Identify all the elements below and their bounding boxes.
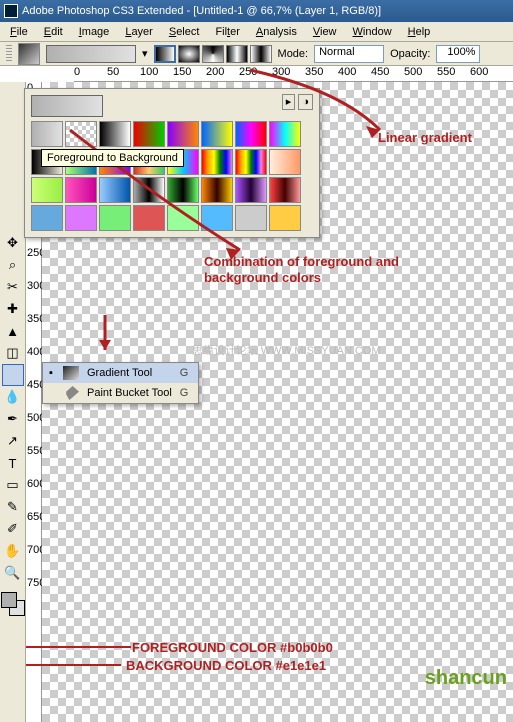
heal-tool[interactable]: ✚ [2, 298, 24, 320]
menu-window[interactable]: Window [345, 24, 400, 40]
move-tool[interactable]: ✥ [2, 232, 24, 254]
gradient-swatch[interactable] [167, 121, 199, 147]
gradient-swatch[interactable] [65, 121, 97, 147]
diamond-gradient-button[interactable] [250, 45, 272, 63]
menu-image[interactable]: Image [71, 24, 118, 40]
menu-analysis[interactable]: Analysis [248, 24, 305, 40]
lasso-tool[interactable]: ⌕ [2, 254, 24, 276]
menu-edit[interactable]: Edit [36, 24, 71, 40]
shape-tool[interactable]: ▭ [2, 474, 24, 496]
angle-gradient-button[interactable] [202, 45, 224, 63]
gradient-swatch[interactable] [133, 121, 165, 147]
notes-tool[interactable]: ✎ [2, 496, 24, 518]
reflected-gradient-button[interactable] [226, 45, 248, 63]
stamp-tool[interactable]: ▲ [2, 320, 24, 342]
menu-layer[interactable]: Layer [117, 24, 161, 40]
zoom-tool[interactable]: 🔍 [2, 562, 24, 584]
annotation-linear: Linear gradient [378, 130, 472, 145]
gradient-swatch[interactable] [133, 205, 165, 231]
blur-tool[interactable]: 💧 [2, 386, 24, 408]
title-bar: Adobe Photoshop CS3 Extended - [Untitled… [0, 0, 513, 22]
menu-view[interactable]: View [305, 24, 345, 40]
gradient-swatch[interactable] [201, 177, 233, 203]
gradient-large-preview[interactable] [31, 95, 103, 117]
gradient-tooltip: Foreground to Background [41, 149, 184, 167]
flyout-label: Paint Bucket Tool [87, 387, 172, 399]
watermark-brand: shancun [425, 667, 507, 690]
mode-label: Mode: [278, 48, 309, 60]
gradient-swatch[interactable] [235, 205, 267, 231]
grip-icon [6, 45, 12, 63]
foreground-swatch[interactable] [1, 592, 17, 608]
gradient-swatch[interactable] [133, 177, 165, 203]
opacity-label: Opacity: [390, 48, 430, 60]
annotation-fg: FOREGROUND COLOR #b0b0b0 [132, 640, 333, 655]
gradient-swatch[interactable] [201, 205, 233, 231]
color-swatches [1, 592, 25, 616]
opacity-input[interactable]: 100% [436, 45, 480, 63]
bucket-icon [63, 386, 79, 400]
flyout-gradient-tool[interactable]: ▪ Gradient Tool G [43, 363, 198, 383]
gradient-swatch[interactable] [235, 121, 267, 147]
gradient-picker-panel: ▸ ◑ Foreground to Background [24, 88, 320, 238]
eraser-tool[interactable]: ◫ [2, 342, 24, 364]
options-bar: ▾ Mode: Normal Opacity: 100% [0, 42, 513, 66]
gradient-swatch[interactable] [31, 205, 63, 231]
gradient-swatch[interactable] [99, 205, 131, 231]
gradient-tool[interactable] [2, 364, 24, 386]
gradient-swatch[interactable] [269, 121, 301, 147]
gradient-swatch[interactable] [269, 177, 301, 203]
gradient-swatch[interactable] [269, 149, 301, 175]
gradient-swatch[interactable] [65, 205, 97, 231]
dropdown-icon[interactable]: ▾ [142, 47, 148, 60]
gradient-type-group [154, 45, 272, 63]
annotation-combo: Combination of foreground and background… [204, 254, 424, 285]
gradient-swatch[interactable] [235, 149, 267, 175]
app-icon [4, 4, 18, 18]
tool-flyout: ▪ Gradient Tool G Paint Bucket Tool G [42, 362, 199, 404]
shortcut-key: G [180, 387, 189, 399]
gradient-swatch[interactable] [201, 121, 233, 147]
gradient-swatch[interactable] [31, 121, 63, 147]
menu-bar: FFileile Edit Image Layer Select Filter … [0, 22, 513, 42]
menu-help[interactable]: Help [400, 24, 439, 40]
horizontal-ruler: 050100150200250300350400450500550600 [74, 66, 513, 82]
picker-options-icon[interactable]: ◑ [298, 94, 313, 110]
gradient-swatch[interactable] [31, 177, 63, 203]
linear-gradient-button[interactable] [154, 45, 176, 63]
menu-select[interactable]: Select [161, 24, 208, 40]
radial-gradient-button[interactable] [178, 45, 200, 63]
gradient-swatch[interactable] [235, 177, 267, 203]
hand-tool[interactable]: ✋ [2, 540, 24, 562]
gradient-swatch[interactable] [167, 177, 199, 203]
eyedropper-tool[interactable]: ✐ [2, 518, 24, 540]
picker-menu-icon[interactable]: ▸ [282, 94, 296, 110]
crop-tool[interactable]: ✂ [2, 276, 24, 298]
gradient-swatch-grid [31, 121, 313, 231]
shortcut-key: G [180, 367, 189, 379]
path-tool[interactable]: ↗ [2, 430, 24, 452]
flyout-paint-bucket-tool[interactable]: Paint Bucket Tool G [43, 383, 198, 403]
current-tool-icon[interactable] [18, 43, 40, 65]
gradient-icon [63, 366, 79, 380]
gradient-swatch[interactable] [99, 177, 131, 203]
menu-file[interactable]: FFileile [2, 24, 36, 40]
pen-tool[interactable]: ✒ [2, 408, 24, 430]
gradient-preview[interactable] [46, 45, 136, 63]
type-tool[interactable]: T [2, 452, 24, 474]
gradient-swatch[interactable] [167, 205, 199, 231]
menu-filter[interactable]: Filter [207, 24, 247, 40]
gradient-swatch[interactable] [99, 121, 131, 147]
gradient-swatch[interactable] [269, 205, 301, 231]
annotation-bg: BACKGROUND COLOR #e1e1e1 [126, 658, 326, 673]
gradient-swatch[interactable] [65, 177, 97, 203]
flyout-label: Gradient Tool [87, 367, 152, 379]
toolbox: ✥ ⌕ ✂ ✚ ▲ ◫ 💧 ✒ ↗ T ▭ ✎ ✐ ✋ 🔍 [0, 82, 26, 722]
window-title: Adobe Photoshop CS3 Extended - [Untitled… [22, 5, 381, 17]
mode-select[interactable]: Normal [314, 45, 384, 63]
watermark-cn: 思缘设计论坛 WWW.MISSYUAN.COM [192, 342, 381, 358]
gradient-swatch[interactable] [201, 149, 233, 175]
